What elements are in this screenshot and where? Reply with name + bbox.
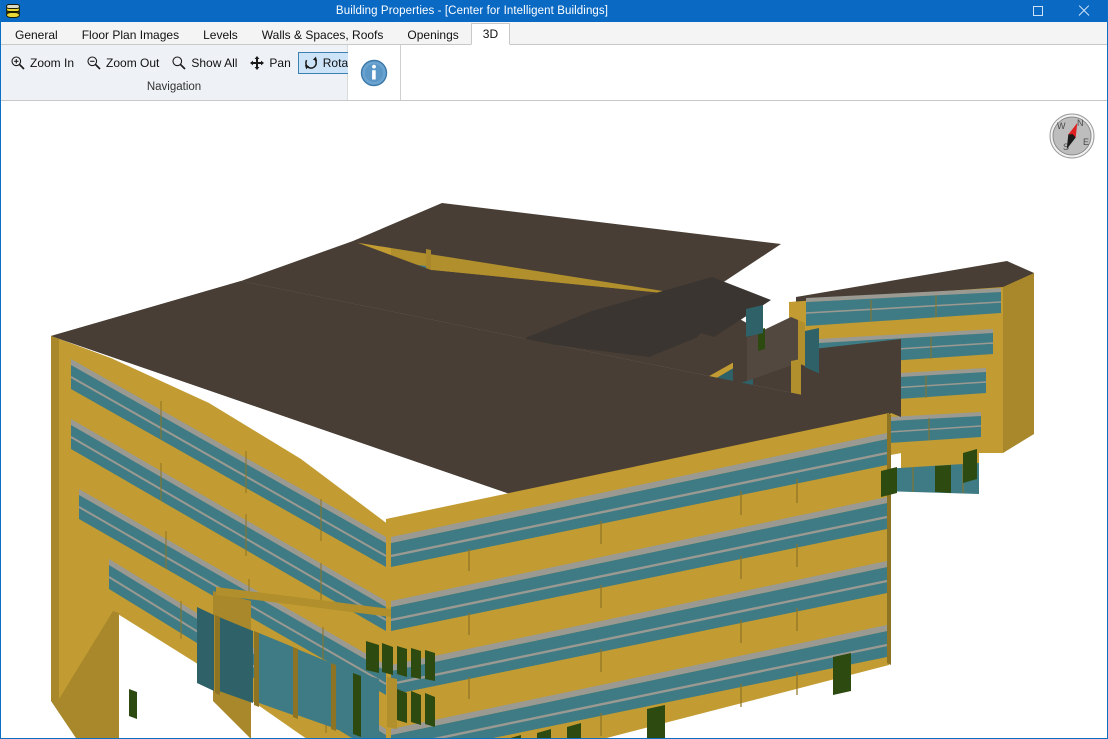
ribbon-toolbar: Zoom In Zoom Out Show All Pan Rotate Nav… (1, 45, 1107, 101)
info-circle-icon[interactable] (360, 59, 388, 87)
magnifier-minus-icon (86, 55, 102, 71)
layers-stack-icon (5, 3, 21, 19)
navigation-group-label: Navigation (146, 81, 202, 93)
rotate-arrows-icon (303, 55, 319, 71)
info-button-area (348, 45, 401, 100)
pan-button[interactable]: Pan (244, 52, 295, 74)
compass-label-west: W (1057, 121, 1066, 131)
tab-floor-plan-images[interactable]: Floor Plan Images (70, 24, 191, 45)
tab-strip: General Floor Plan Images Levels Walls &… (1, 22, 1107, 45)
ribbon-empty-area (401, 45, 1107, 100)
title-bar: Building Properties - [Center for Intell… (1, 0, 1107, 22)
zoom-out-button[interactable]: Zoom Out (81, 52, 164, 74)
tab-general[interactable]: General (3, 24, 70, 45)
pan-label: Pan (269, 56, 291, 70)
maximize-icon (1033, 6, 1043, 16)
compass-label-east: E (1083, 137, 1089, 147)
maximize-button[interactable] (1015, 0, 1061, 22)
tab-openings[interactable]: Openings (395, 24, 470, 45)
magnifier-icon (171, 55, 187, 71)
magnifier-plus-icon (10, 55, 26, 71)
building-properties-window: Building Properties - [Center for Intell… (0, 0, 1108, 739)
close-button[interactable] (1061, 0, 1107, 22)
show-all-label: Show All (191, 56, 238, 70)
four-arrows-move-icon (249, 55, 265, 71)
compass-widget[interactable]: N E S W (1048, 112, 1096, 160)
tab-walls-spaces-roofs[interactable]: Walls & Spaces, Roofs (250, 24, 396, 45)
3d-viewport[interactable]: N E S W (1, 101, 1107, 738)
navigation-group: Zoom In Zoom Out Show All Pan Rotate Nav… (1, 45, 364, 100)
window-title: Building Properties - [Center for Intell… (335, 5, 609, 17)
tab-3d[interactable]: 3D (470, 23, 511, 45)
close-icon (1078, 5, 1090, 17)
zoom-in-label: Zoom In (30, 56, 75, 70)
compass-label-north: N (1077, 118, 1084, 128)
tab-levels[interactable]: Levels (191, 24, 250, 45)
building-3d-model[interactable] (1, 101, 1107, 738)
zoom-in-button[interactable]: Zoom In (5, 52, 79, 74)
zoom-out-label: Zoom Out (106, 56, 160, 70)
show-all-button[interactable]: Show All (166, 52, 242, 74)
